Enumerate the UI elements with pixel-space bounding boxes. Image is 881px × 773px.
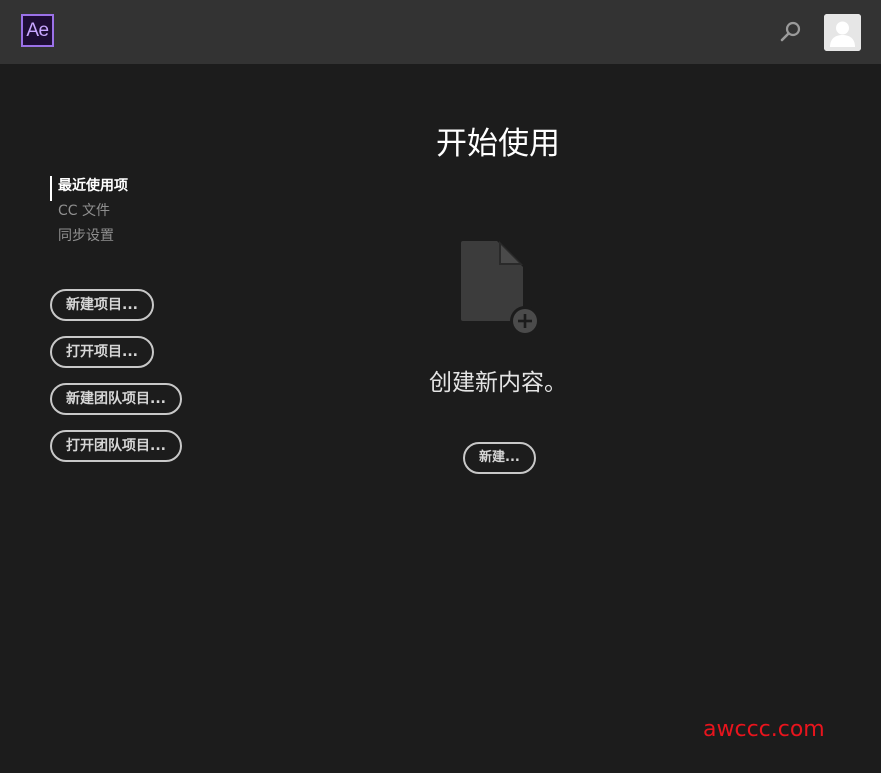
- top-bar: Ae: [0, 0, 881, 64]
- nav-item-recent[interactable]: 最近使用项: [50, 176, 128, 201]
- nav-item-cc-files[interactable]: CC 文件: [50, 201, 128, 226]
- new-team-project-button[interactable]: 新建团队项目...: [50, 383, 182, 415]
- watermark-text: awccc.com: [703, 717, 825, 742]
- open-project-button[interactable]: 打开项目...: [50, 336, 154, 368]
- open-team-project-button[interactable]: 打开团队项目...: [50, 430, 182, 462]
- new-button[interactable]: 新建...: [463, 442, 536, 474]
- new-document-icon: [461, 241, 540, 335]
- page-title: 开始使用: [436, 126, 560, 162]
- empty-state-message: 创建新内容。: [429, 370, 567, 396]
- after-effects-logo: Ae: [21, 14, 54, 47]
- user-avatar[interactable]: [824, 14, 861, 51]
- new-project-button[interactable]: 新建项目...: [50, 289, 154, 321]
- nav-item-sync-settings[interactable]: 同步设置: [50, 226, 128, 251]
- sidebar-nav: 最近使用项 CC 文件 同步设置: [50, 176, 128, 251]
- user-avatar-icon: [824, 14, 861, 51]
- search-icon[interactable]: [778, 19, 804, 45]
